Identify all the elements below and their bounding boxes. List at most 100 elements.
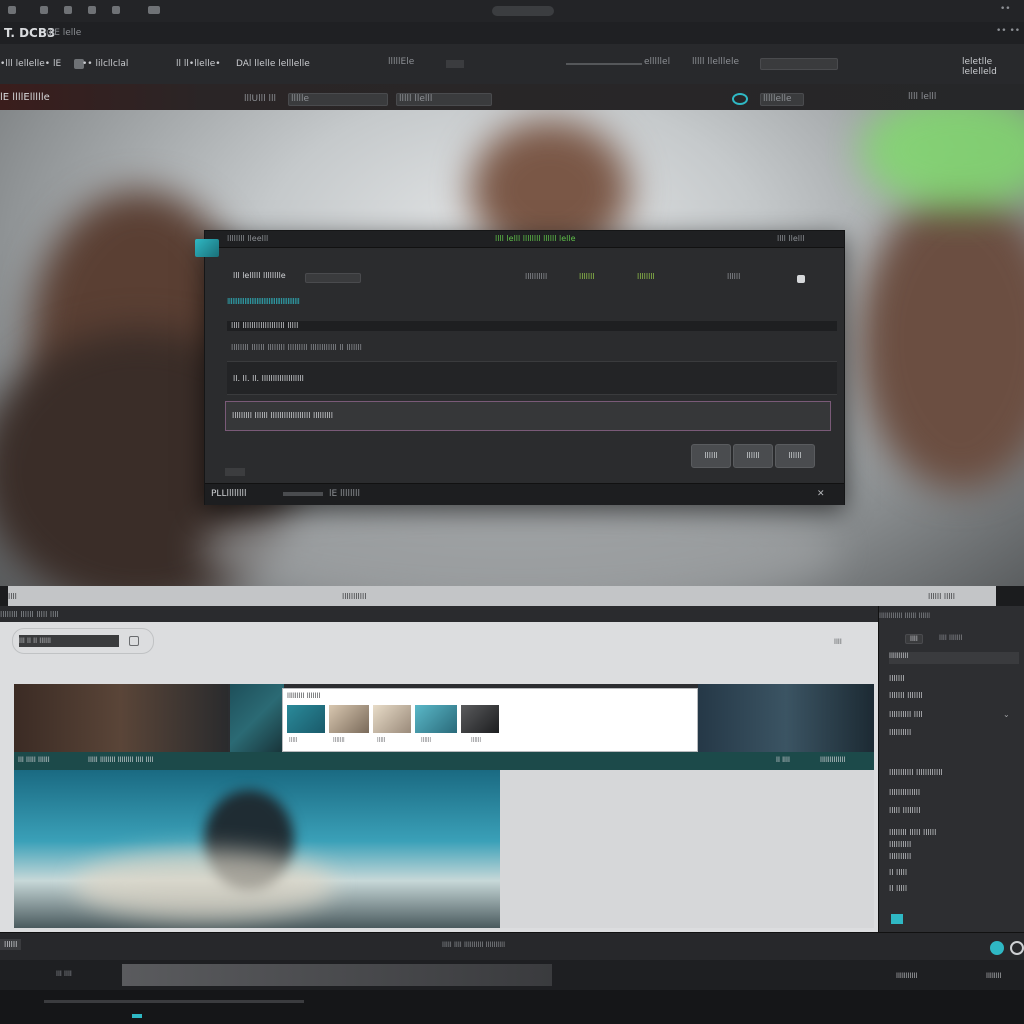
timeline-right-1: lllllllllll: [896, 972, 918, 980]
dialog-label-1: lll lelllll lllllllle: [233, 271, 286, 280]
center-pill[interactable]: [492, 6, 554, 16]
close-icon[interactable]: ✕: [817, 489, 825, 499]
flag-icon[interactable]: [88, 6, 96, 14]
inspector-item-3[interactable]: llllllllll llll: [889, 710, 923, 719]
search-field[interactable]: lllllelle: [760, 93, 804, 106]
search-icon[interactable]: [129, 636, 139, 646]
clip-popup-label-4: llllll: [421, 737, 432, 744]
person-right: [860, 190, 1024, 490]
strip-right: llllll lllll: [928, 592, 955, 601]
clip-caption-right-2: lllllllllllll: [820, 756, 846, 764]
toolbar-item-4[interactable]: DAl llelle lelllelle: [236, 59, 310, 69]
chevron-down-icon[interactable]: ⌄: [1003, 710, 1010, 719]
dialog-text-input[interactable]: lllllllll llllll llllllllllllllllll llll…: [225, 401, 831, 431]
clip-thumb-mid[interactable]: [230, 684, 284, 752]
app-icon[interactable]: [8, 6, 16, 14]
inspector-item-5[interactable]: lllllllllll llllllllllll: [889, 768, 943, 777]
clip-caption-bar: lll lllll llllll lllll llllllll llllllll…: [14, 752, 874, 770]
dialog-row-3-text: ll. ll. ll. lllllllllllllllllll: [233, 374, 304, 383]
inspector-item-6[interactable]: llllllllllllll: [889, 788, 920, 797]
toolbar-field[interactable]: [446, 60, 464, 68]
clip-popup-thumb-1[interactable]: [287, 705, 325, 733]
clip-popup-thumb-5[interactable]: [461, 705, 499, 733]
file-icon[interactable]: [40, 6, 48, 14]
inspector-item-11[interactable]: ll lllll: [889, 868, 907, 877]
record-button-icon[interactable]: [1010, 941, 1024, 955]
clip-strip[interactable]: lllllllll lllllll lllll lllllll lllll ll…: [14, 684, 874, 770]
dialog-logo-icon: [195, 239, 219, 257]
inspector-item-2[interactable]: lllllll lllllll: [889, 691, 923, 700]
toolbar-item-6[interactable]: elllllel: [644, 57, 670, 67]
dialog-chip-4[interactable]: llllll: [727, 272, 740, 281]
clip-thumb-right[interactable]: [698, 684, 874, 752]
strip-center: lllllllllll: [342, 592, 367, 601]
media-search[interactable]: lll ll ll llllll: [12, 628, 154, 654]
toolbar-slider[interactable]: [566, 63, 642, 65]
dialog-row-3[interactable]: ll. ll. ll. lllllllllllllllllll: [227, 361, 837, 395]
title-right: •• ••: [996, 26, 1021, 36]
subbar-right: llll lelll: [908, 92, 937, 102]
export-dialog: llllllll lleelll llll lelll llllllll lll…: [195, 230, 845, 505]
dialog-footer-text-2: lE llllllll: [329, 489, 361, 499]
transport-bar: llllll lllll llll llllllllll llllllllll: [0, 932, 1024, 961]
clip-popup-thumb-4[interactable]: [415, 705, 457, 733]
clip-popup-label-2: lllllll: [333, 737, 345, 744]
inspector-item-4[interactable]: llllllllll: [889, 728, 911, 737]
menu-icon[interactable]: [148, 6, 160, 14]
timeline-track[interactable]: lll llll lllllllllll llllllll: [0, 960, 1024, 990]
footer-marker[interactable]: [132, 1014, 142, 1018]
preview-image[interactable]: [14, 770, 500, 928]
dialog-row-1[interactable]: llll lllllllllllllllllll lllll: [227, 321, 837, 331]
inspector-tab-1[interactable]: llll: [905, 634, 923, 644]
dialog-button-1[interactable]: llllll: [691, 444, 731, 468]
dialog-checkbox[interactable]: [797, 275, 805, 283]
footer-bar: [0, 990, 1024, 1024]
inspector-tab-2[interactable]: llll lllllll: [939, 634, 963, 642]
inspector-item-7[interactable]: lllll llllllll: [889, 806, 920, 815]
toolbar-item-5[interactable]: lllllEle: [388, 57, 414, 67]
timeline-strip[interactable]: llll lllllllllll llllll lllll: [8, 586, 996, 606]
subbar-field-1[interactable]: llllle: [288, 93, 388, 106]
toolbar-item-3[interactable]: ll ll•llelle•: [176, 59, 221, 69]
toolbar-dropdown[interactable]: [760, 58, 838, 70]
clip-thumb-left[interactable]: [14, 684, 228, 752]
eye-icon[interactable]: [732, 93, 748, 105]
edit-icon[interactable]: [64, 6, 72, 14]
toolbar-item-8[interactable]: leletlle lelelleld: [962, 57, 1024, 77]
toolbar-item-2[interactable]: •• lilcllclal: [82, 59, 128, 69]
main-toolbar: •lll lellelle• lE •• lilcllclal ll ll•ll…: [0, 44, 1024, 85]
dialog-chip-1[interactable]: llllllllll: [525, 272, 547, 281]
dialog-chip-3[interactable]: llllllll: [637, 272, 655, 281]
inspector-panel: llllllllllll llllll llllll llll llll lll…: [878, 606, 1024, 932]
inspector-item-1[interactable]: lllllll: [889, 674, 905, 683]
title-bar: T. DCB3 ulE lelle •• ••: [0, 22, 1024, 45]
media-header-text: llllllll llllll lllll llll: [0, 610, 59, 619]
media-browser: llllllll llllll lllll llll lll ll ll lll…: [0, 606, 878, 932]
dialog-input-top[interactable]: [305, 273, 361, 283]
footer-scrub[interactable]: [44, 1000, 304, 1003]
dialog-title-left: llllllll lleelll: [227, 234, 269, 243]
play-button-icon[interactable]: [990, 941, 1004, 955]
toolbar-item-7[interactable]: lllll llelllele: [692, 57, 739, 67]
dialog-button-3[interactable]: llllll: [775, 444, 815, 468]
toolbar-item-1[interactable]: •lll lellelle• lE: [0, 59, 61, 69]
inspector-item-9[interactable]: llllllllll: [889, 840, 911, 849]
timeline-tab[interactable]: lll llll: [56, 970, 72, 978]
clip-popup-thumb-2[interactable]: [329, 705, 369, 733]
tools-icon[interactable]: [112, 6, 120, 14]
inspector-item-12[interactable]: ll lllll: [889, 884, 907, 893]
inspector-item-8[interactable]: llllllll lllll llllll: [889, 828, 936, 837]
media-search-input[interactable]: lll ll ll llllll: [19, 635, 119, 647]
timeline-clip[interactable]: [122, 964, 552, 986]
ruler-label: llll: [834, 638, 842, 646]
subbar-field-2[interactable]: lllll llelll: [396, 93, 492, 106]
dialog-chip-2[interactable]: lllllll: [579, 272, 595, 281]
inspector-item-10[interactable]: llllllllll: [889, 852, 911, 861]
clip-popup-label-5: llllll: [471, 737, 482, 744]
clip-popup-title: lllllllll lllllll: [287, 692, 321, 700]
transport-center: lllll llll llllllllll llllllllll: [442, 941, 506, 949]
clip-popup-label-3: lllll: [377, 737, 386, 744]
dialog-button-2[interactable]: llllll: [733, 444, 773, 468]
clip-popup-thumb-3[interactable]: [373, 705, 411, 733]
inspector-swatch[interactable]: [891, 914, 903, 924]
